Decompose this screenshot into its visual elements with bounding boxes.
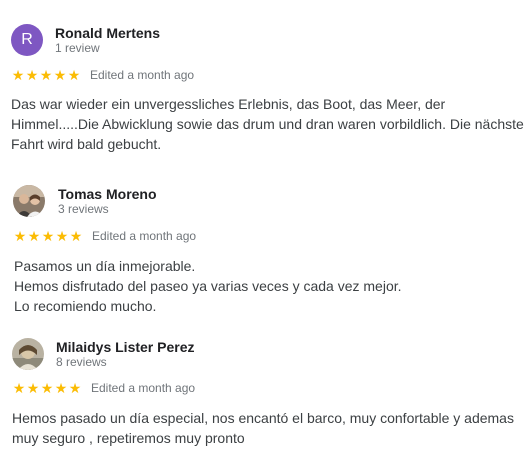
star-rating: ★ ★ ★ ★ ★: [12, 381, 82, 395]
review-text: Das war wieder ein unvergessliches Erleb…: [11, 96, 524, 152]
reviewer-name[interactable]: Ronald Mertens: [55, 25, 160, 41]
rating-row: ★ ★ ★ ★ ★ Edited a month ago: [13, 228, 196, 244]
star-rating: ★ ★ ★ ★ ★: [13, 229, 83, 243]
star-icon: ★: [27, 228, 41, 244]
rating-row: ★ ★ ★ ★ ★ Edited a month ago: [12, 380, 195, 396]
star-icon: ★: [41, 228, 55, 244]
edited-timestamp: Edited a month ago: [90, 68, 195, 82]
star-icon: ★: [53, 67, 67, 83]
reviewer-name[interactable]: Tomas Moreno: [58, 186, 157, 202]
star-icon: ★: [68, 380, 82, 396]
rating-row: ★ ★ ★ ★ ★ Edited a month ago: [11, 67, 194, 83]
review-text: Hemos pasado un día especial, nos encant…: [12, 410, 514, 446]
profile-photo-icon: [13, 185, 45, 217]
reviewer-name[interactable]: Milaidys Lister Perez: [56, 339, 195, 355]
review-count: 3 reviews: [58, 202, 109, 216]
star-icon: ★: [40, 380, 54, 396]
star-icon: ★: [13, 228, 27, 244]
review-count: 1 review: [55, 41, 100, 55]
avatar[interactable]: R: [11, 24, 43, 56]
review-count: 8 reviews: [56, 355, 107, 369]
avatar[interactable]: [12, 338, 44, 370]
star-icon: ★: [25, 67, 39, 83]
star-icon: ★: [39, 67, 53, 83]
star-icon: ★: [55, 228, 69, 244]
profile-photo-icon: [12, 338, 44, 370]
star-icon: ★: [69, 228, 83, 244]
star-icon: ★: [54, 380, 68, 396]
star-icon: ★: [26, 380, 40, 396]
avatar[interactable]: [13, 185, 45, 217]
star-icon: ★: [12, 380, 26, 396]
review-text: Pasamos un día inmejorable. Hemos disfru…: [14, 258, 402, 314]
star-icon: ★: [11, 67, 25, 83]
avatar-letter: R: [21, 31, 33, 48]
star-icon: ★: [67, 67, 81, 83]
edited-timestamp: Edited a month ago: [91, 381, 196, 395]
edited-timestamp: Edited a month ago: [92, 229, 197, 243]
star-rating: ★ ★ ★ ★ ★: [11, 68, 81, 82]
